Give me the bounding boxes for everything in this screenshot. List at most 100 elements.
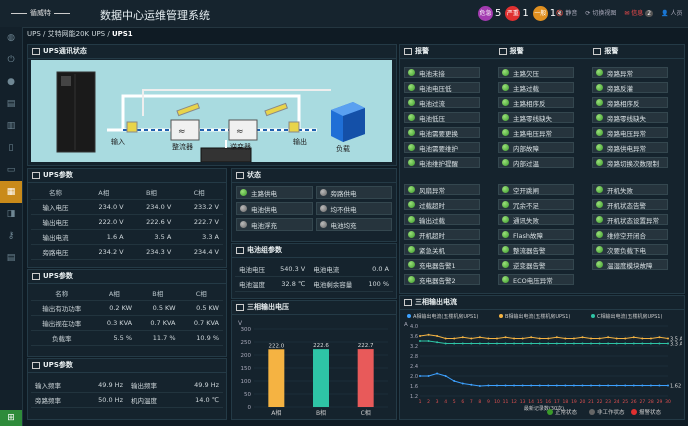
data-point — [658, 342, 661, 345]
alarm-label: 整流器告警 — [513, 246, 546, 255]
y-tick-label: 150 — [241, 366, 252, 372]
alarm-titles: 报警 报警 报警 — [400, 45, 684, 59]
document-icon[interactable]: ▤ — [0, 247, 22, 269]
mute-label: 静音 — [565, 10, 578, 17]
alarm-item: 旁路零线缺失 — [592, 112, 668, 123]
alarm-counter[interactable]: 危急 5 — [478, 5, 501, 21]
alarm-light-icon — [502, 114, 509, 121]
messages-count: 2 — [645, 10, 654, 17]
data-point — [590, 337, 593, 340]
alarm-label: 开机状态告警 — [607, 201, 646, 210]
x-tick-label: C相 — [361, 409, 371, 417]
alarm-label: 内部过温 — [513, 159, 539, 168]
alarm-label: Flash故障 — [513, 231, 544, 240]
power-icon[interactable]: ⏻ — [0, 49, 22, 71]
data-point — [581, 342, 584, 345]
alarm-item: 主路欠压 — [498, 67, 574, 78]
alarm-counter[interactable]: 严重 1 — [505, 5, 529, 21]
data-point — [513, 337, 516, 340]
alarm-item: 旁路相序反 — [592, 97, 668, 108]
alarm-light-icon — [596, 159, 603, 166]
bar — [313, 349, 329, 407]
alarm-item: 输出过载 — [404, 214, 480, 225]
alarm-label: 电池电压低 — [419, 84, 452, 93]
data-point — [444, 342, 447, 345]
switch-view-button[interactable]: ⟳ 切换视图 — [585, 8, 616, 17]
column-header: 名称 — [31, 185, 80, 200]
output-label: 输出 — [293, 138, 307, 146]
alarm-item: 过载超时 — [404, 199, 480, 210]
alarm-count: 1 — [522, 7, 529, 19]
data-point — [547, 337, 550, 340]
messages-button[interactable]: ✉ 信息 2 — [624, 8, 654, 17]
table-cell: 49.9 Hz — [79, 378, 127, 393]
data-point — [427, 333, 430, 336]
globe-icon[interactable]: ◍ — [0, 27, 22, 49]
alarm-item: 温湿度模块故障 — [592, 259, 668, 270]
ups-params-panel-2: UPS参数 名称 A相 B相 C相 输出有功功率 0.2 KW 0.5 KW 0.5 KW 输出… — [27, 269, 227, 357]
mute-button[interactable]: 🔇 静音 — [556, 8, 577, 17]
key-icon[interactable]: ⚷ — [0, 225, 22, 247]
table-cell: 电池电压 — [235, 262, 273, 277]
status-indicator: 均不供电 — [315, 202, 392, 215]
panel-title-text: 报警 — [509, 47, 524, 55]
y-tick-label: 0 — [248, 405, 252, 411]
switch-view-label: 切换视图 — [592, 10, 617, 17]
svg-text:≈: ≈ — [236, 127, 244, 137]
x-tick-label: 7 — [470, 399, 473, 405]
data-point — [521, 337, 524, 340]
alarm-item: 充电器告警1 — [404, 259, 480, 270]
panel-title: UPS参数 — [28, 359, 226, 373]
legend-marker — [407, 314, 411, 318]
data-point — [436, 341, 439, 344]
alarm-light-icon — [408, 114, 415, 121]
data-point — [504, 384, 507, 387]
series-end-label: 1.62 A — [670, 384, 682, 390]
table-cell: 100 % — [361, 276, 393, 292]
x-tick-label: A相 — [271, 409, 281, 417]
data-point — [564, 384, 567, 387]
alarm-light-icon — [502, 159, 509, 166]
data-point — [624, 384, 627, 387]
data-point — [581, 336, 584, 339]
alarm-label: 充电器告警1 — [419, 261, 456, 270]
alarm-column: 旁路异常 旁路反灌 旁路相序反 旁路零线缺失 旁路电压异常 旁路供电异常 旁路切换次数限制 — [592, 67, 668, 172]
bar-value-label: 222.7 — [358, 343, 374, 349]
phone-icon[interactable]: ▭ — [0, 159, 22, 181]
data-point — [564, 342, 567, 345]
alarm-item: Flash故障 — [498, 229, 574, 240]
alarm-item: 通讯失败 — [498, 214, 574, 225]
x-tick-label: 5 — [453, 399, 456, 405]
cabinet-icon[interactable]: ▤ — [0, 93, 22, 115]
panel-title: 三相输出电压 — [232, 301, 396, 315]
alarm-column: 开机失败 开机状态告警 开机状态设置异常 维修空开闭合 次要负载下电 温湿度模块故障 — [592, 184, 668, 274]
data-point — [470, 383, 473, 386]
data-point — [624, 342, 627, 345]
data-point — [607, 384, 610, 387]
alarm-label: 输出过载 — [419, 216, 445, 225]
x-tick-label: 21 — [588, 399, 594, 405]
table-row: 输入电压 234.0 V 234.0 V 233.2 V — [31, 199, 223, 215]
breadcrumb-item[interactable]: UPS — [27, 30, 41, 38]
water-drop-icon[interactable]: ● — [0, 71, 22, 93]
data-point — [427, 340, 430, 342]
alarm-light-icon — [408, 129, 415, 136]
ups-icon[interactable]: ▦ — [0, 181, 22, 203]
alarm-counter[interactable]: 一般 1 — [532, 5, 556, 21]
alarm-column: 空开跳闸 冗余不足 通讯失败 Flash故障 整流器告警 逆变器告警 ECO电压异常 — [498, 184, 574, 289]
server-icon[interactable]: ▥ — [0, 115, 22, 137]
ups-params-table-3: 输入频率 49.9 Hz 输出频率 49.9 Hz 旁路频率 50.0 Hz 机内温度 14.… — [31, 378, 223, 408]
load-label: 负载 — [336, 145, 350, 153]
breadcrumb-item[interactable]: 艾特网能20K UPS — [48, 30, 106, 38]
alarm-light-icon — [502, 69, 509, 76]
series-line — [419, 334, 669, 340]
user-button[interactable]: 👤 人员 — [661, 8, 682, 17]
sidebar: ◍ ⏻ ● ▤ ▥ ▯ ▭ ▦ ◨ ⚷ ▤ ⊞ — [0, 27, 23, 426]
grid-menu-icon[interactable]: ⊞ — [0, 410, 22, 426]
device-icon[interactable]: ▯ — [0, 137, 22, 159]
data-point — [478, 342, 481, 345]
status-light-icon — [319, 189, 327, 196]
door-icon[interactable]: ◨ — [0, 203, 22, 225]
alarm-light-icon — [408, 186, 415, 193]
alarm-column: 电池未接 电池电压低 电池过流 电池低压 电池需要更换 电池需要维护 电池维护提醒 — [404, 67, 480, 172]
